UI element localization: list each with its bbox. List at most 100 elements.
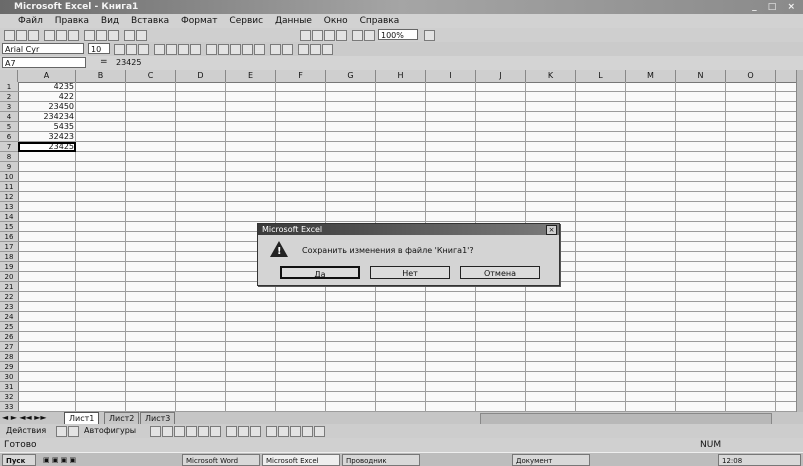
3d-icon[interactable] [314, 426, 325, 437]
cell-a6[interactable]: 32423 [18, 132, 76, 142]
row-header-25[interactable]: 25 [0, 322, 18, 332]
task-item-excel[interactable]: Microsoft Excel [262, 454, 340, 466]
redo-icon[interactable] [136, 30, 147, 41]
dialog-close-icon[interactable]: × [546, 225, 557, 235]
menu-view[interactable]: Вид [101, 16, 119, 26]
bold-icon[interactable] [114, 44, 125, 55]
line-style-icon[interactable] [266, 426, 277, 437]
currency-icon[interactable] [206, 44, 217, 55]
arrow-icon[interactable] [162, 426, 173, 437]
oval-icon[interactable] [186, 426, 197, 437]
row-header-24[interactable]: 24 [0, 312, 18, 322]
textbox-icon[interactable] [198, 426, 209, 437]
autoshapes-menu[interactable]: Автофигуры [84, 426, 136, 435]
row-header-30[interactable]: 30 [0, 372, 18, 382]
row-header-14[interactable]: 14 [0, 212, 18, 222]
align-center-icon[interactable] [166, 44, 177, 55]
function-icon[interactable] [312, 30, 323, 41]
column-header-d[interactable]: D [176, 70, 226, 82]
row-header-16[interactable]: 16 [0, 232, 18, 242]
cell-a1[interactable]: 4235 [18, 82, 76, 92]
column-header-b[interactable]: B [76, 70, 126, 82]
font-select[interactable]: Arial Cyr [2, 43, 84, 54]
save-icon[interactable] [28, 30, 39, 41]
close-button[interactable]: × [787, 2, 799, 12]
row-header-28[interactable]: 28 [0, 352, 18, 362]
start-button[interactable]: Пуск [2, 454, 36, 466]
borders-icon[interactable] [298, 44, 309, 55]
preview-icon[interactable] [56, 30, 67, 41]
row-header-10[interactable]: 10 [0, 172, 18, 182]
column-header-i[interactable]: I [426, 70, 476, 82]
row-header-33[interactable]: 33 [0, 402, 18, 412]
undo-icon[interactable] [124, 30, 135, 41]
sort-desc-icon[interactable] [336, 30, 347, 41]
merge-center-icon[interactable] [190, 44, 201, 55]
cancel-button[interactable]: Отмена [460, 266, 540, 279]
menu-data[interactable]: Данные [275, 16, 312, 26]
open-icon[interactable] [16, 30, 27, 41]
comma-icon[interactable] [230, 44, 241, 55]
maximize-button[interactable]: □ [768, 2, 781, 12]
row-header-23[interactable]: 23 [0, 302, 18, 312]
row-header-12[interactable]: 12 [0, 192, 18, 202]
arrow-style-icon[interactable] [290, 426, 301, 437]
increase-decimal-icon[interactable] [242, 44, 253, 55]
drawing-icon[interactable] [364, 30, 375, 41]
menu-edit[interactable]: Правка [55, 16, 89, 26]
select-objects-icon[interactable] [56, 426, 67, 437]
row-header-6[interactable]: 6 [0, 132, 18, 142]
select-all-corner[interactable] [0, 70, 18, 82]
underline-icon[interactable] [138, 44, 149, 55]
minimize-button[interactable]: _ [752, 2, 761, 12]
rectangle-icon[interactable] [174, 426, 185, 437]
cut-icon[interactable] [84, 30, 95, 41]
row-header-13[interactable]: 13 [0, 202, 18, 212]
quick-launch[interactable]: ▣ ▣ ▣ ▣ [40, 454, 150, 466]
row-header-21[interactable]: 21 [0, 282, 18, 292]
percent-icon[interactable] [218, 44, 229, 55]
print-icon[interactable] [44, 30, 55, 41]
align-left-icon[interactable] [154, 44, 165, 55]
row-header-15[interactable]: 15 [0, 222, 18, 232]
row-header-18[interactable]: 18 [0, 252, 18, 262]
font-color-icon[interactable] [322, 44, 333, 55]
chart-wizard-icon[interactable] [352, 30, 363, 41]
column-header-o[interactable]: O [726, 70, 776, 82]
row-header-1[interactable]: 1 [0, 82, 18, 92]
help-icon[interactable] [424, 30, 435, 41]
column-header-l[interactable]: L [576, 70, 626, 82]
row-header-22[interactable]: 22 [0, 292, 18, 302]
menu-help[interactable]: Справка [360, 16, 400, 26]
formula-input[interactable]: 23425 [116, 58, 141, 67]
column-header-f[interactable]: F [276, 70, 326, 82]
row-header-17[interactable]: 17 [0, 242, 18, 252]
row-header-3[interactable]: 3 [0, 102, 18, 112]
cell-a5[interactable]: 5435 [18, 122, 76, 132]
align-right-icon[interactable] [178, 44, 189, 55]
column-header-e[interactable]: E [226, 70, 276, 82]
row-header-9[interactable]: 9 [0, 162, 18, 172]
paste-icon[interactable] [108, 30, 119, 41]
function-icon-fx[interactable]: = [100, 57, 108, 67]
text-color-icon[interactable] [250, 426, 261, 437]
column-header-g[interactable]: G [326, 70, 376, 82]
tab-nav-icon[interactable]: ◄ ► ◄◄ ►► [2, 413, 47, 422]
column-header-n[interactable]: N [676, 70, 726, 82]
dash-style-icon[interactable] [278, 426, 289, 437]
decrease-decimal-icon[interactable] [254, 44, 265, 55]
row-header-4[interactable]: 4 [0, 112, 18, 122]
yes-button[interactable]: Да [280, 266, 360, 279]
column-header-m[interactable]: M [626, 70, 676, 82]
row-header-26[interactable]: 26 [0, 332, 18, 342]
sort-asc-icon[interactable] [324, 30, 335, 41]
fill-icon[interactable] [226, 426, 237, 437]
column-header-j[interactable]: J [476, 70, 526, 82]
row-header-19[interactable]: 19 [0, 262, 18, 272]
italic-icon[interactable] [126, 44, 137, 55]
autosum-icon[interactable] [300, 30, 311, 41]
row-header-29[interactable]: 29 [0, 362, 18, 372]
name-box[interactable]: A7 [2, 57, 86, 68]
vertical-scrollbar[interactable] [796, 70, 803, 412]
zoom-select[interactable]: 100% [378, 29, 418, 40]
